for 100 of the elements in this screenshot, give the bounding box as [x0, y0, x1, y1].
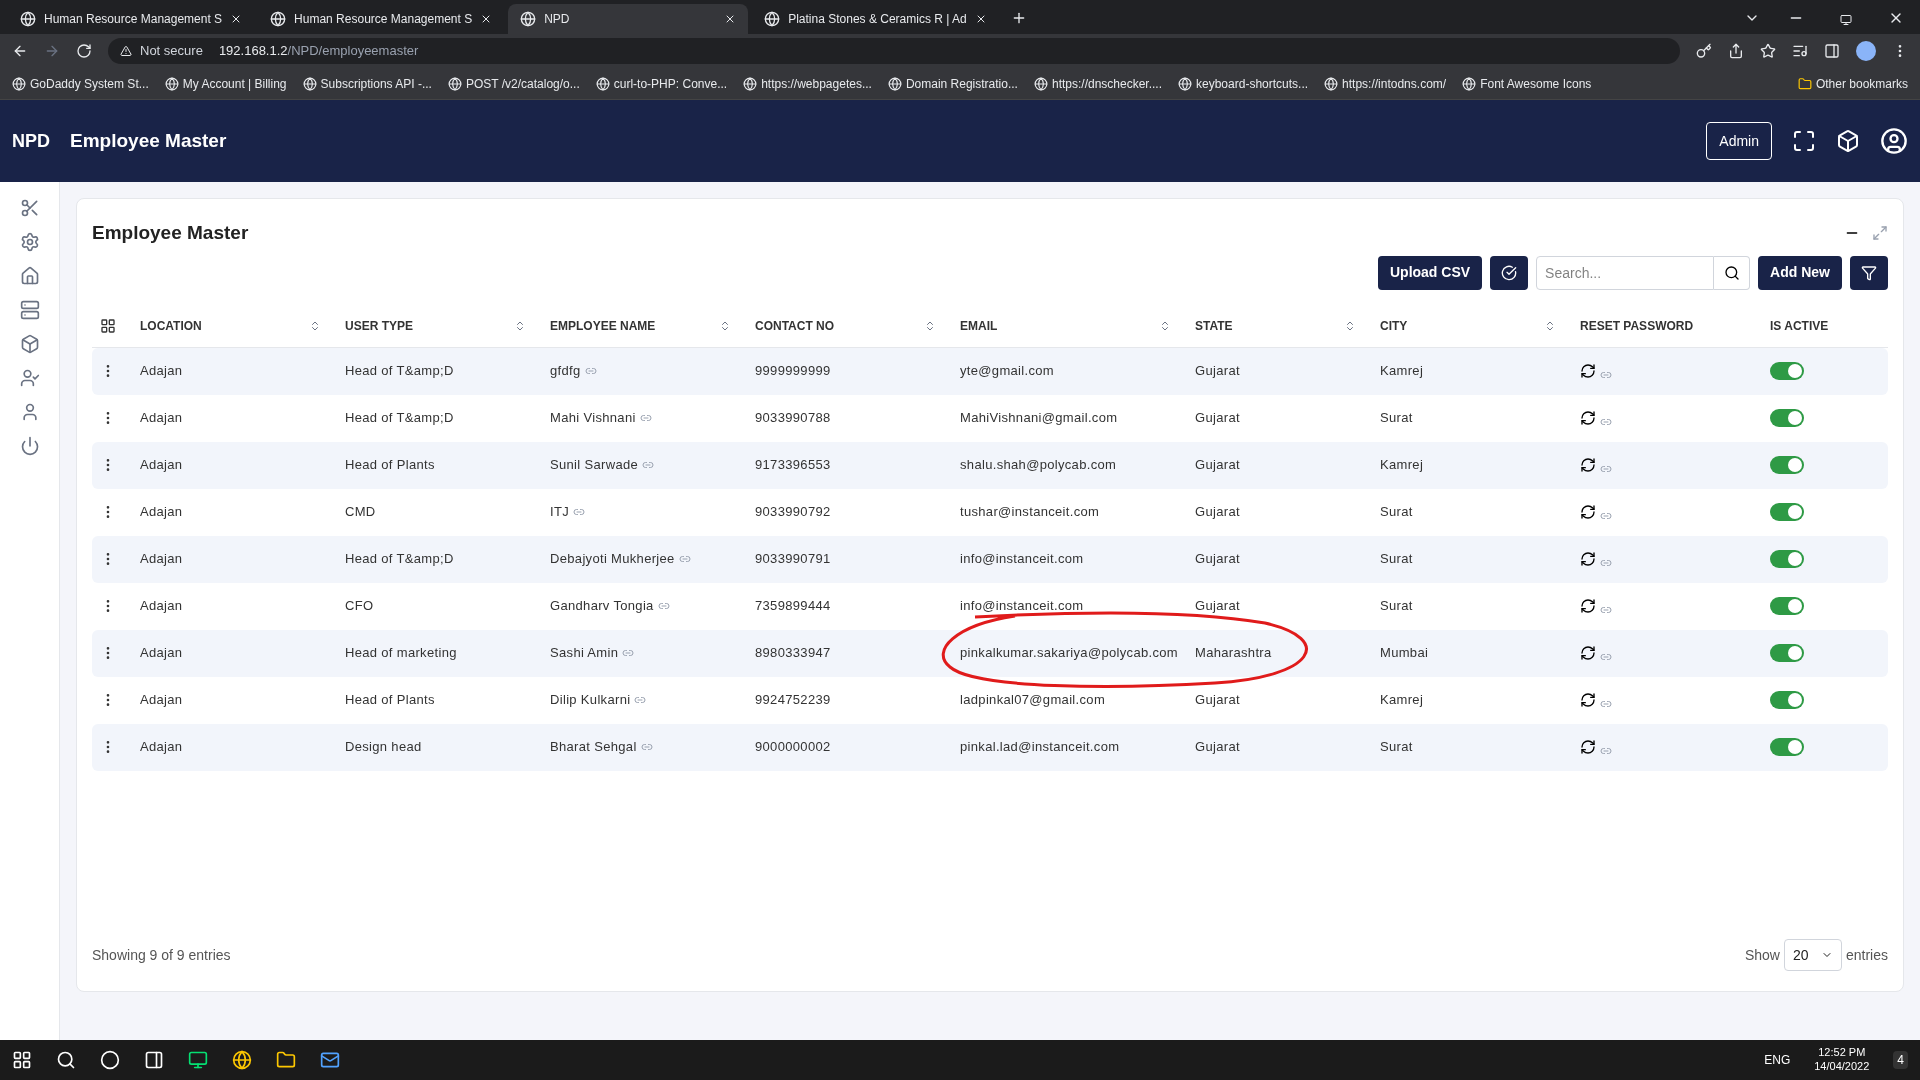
filter-button[interactable] — [1850, 255, 1888, 290]
windows-start-icon[interactable] — [12, 1050, 32, 1070]
table-cell-text: Gujarat — [1195, 691, 1240, 710]
sort-icon[interactable] — [1344, 320, 1356, 332]
table-cell-text: info@instanceit.com — [960, 597, 1084, 616]
columns-icon[interactable] — [100, 318, 116, 334]
upload-csv-button[interactable]: Upload CSV — [1378, 255, 1483, 290]
star-icon[interactable] — [1760, 43, 1776, 59]
settings-icon[interactable] — [19, 232, 40, 252]
bookmark-link[interactable]: Domain Registratio... — [887, 74, 1018, 93]
address-bar[interactable]: Not secure 192.168.1.2/NPD/employeemaster — [108, 38, 1680, 64]
column-header[interactable]: CITY — [1380, 317, 1544, 335]
reset-icon[interactable] — [1580, 410, 1596, 426]
reset-icon[interactable] — [1580, 692, 1596, 708]
sort-icon[interactable] — [1159, 320, 1171, 332]
reset-icon[interactable] — [1580, 739, 1596, 755]
bookmark-link[interactable]: My Account | Billing — [164, 74, 287, 93]
check-icon — [1501, 264, 1518, 281]
toggle-switch[interactable] — [1770, 691, 1804, 709]
clock[interactable]: 12:52 PM 14/04/2022 — [1814, 1046, 1870, 1074]
reset-icon[interactable] — [1580, 457, 1596, 473]
reset-icon[interactable] — [1580, 363, 1596, 379]
column-header[interactable]: STATE — [1195, 317, 1344, 335]
bookmark-link[interactable]: Font Awesome Icons — [1462, 74, 1592, 93]
forward-icon[interactable] — [44, 43, 60, 59]
user-icon[interactable] — [1880, 127, 1908, 155]
column-header[interactable]: USER TYPE — [345, 317, 514, 335]
entries-summary: Showing 9 of 9 entries — [92, 945, 232, 965]
admin-button[interactable]: Admin — [1706, 122, 1772, 160]
notification-badge[interactable]: 4 — [1893, 1051, 1908, 1069]
reset-icon[interactable] — [1580, 504, 1596, 520]
toggle-switch[interactable] — [1770, 550, 1804, 568]
table-cell-text: Surat — [1380, 409, 1413, 428]
reset-icon[interactable] — [1580, 645, 1596, 661]
bookmark-link[interactable]: POST /v2/catalog/o... — [447, 74, 580, 93]
key-icon[interactable] — [1696, 43, 1712, 59]
sort-icon[interactable] — [719, 320, 731, 332]
toggle-switch[interactable] — [1770, 409, 1804, 427]
globe-icon — [302, 76, 317, 91]
column-header: IS ACTIVE — [1770, 318, 1830, 335]
expand-icon[interactable] — [1872, 225, 1888, 242]
sort-icon[interactable] — [1544, 320, 1556, 332]
table-cell-text: Surat — [1380, 503, 1413, 522]
browser-tab[interactable]: Human Resource Management S — [258, 4, 505, 34]
sort-icon[interactable] — [924, 320, 936, 332]
bookmark-link[interactable]: https://dnschecker.... — [1033, 74, 1162, 93]
bookmark-link[interactable]: https://intodns.com/ — [1324, 74, 1447, 93]
column-header[interactable]: EMAIL — [960, 317, 1159, 335]
column-header[interactable]: LOCATION — [140, 317, 309, 335]
back-icon[interactable] — [12, 43, 28, 59]
search-field[interactable]: Search... — [1536, 255, 1715, 290]
search-button[interactable] — [1714, 255, 1751, 290]
folder-icon[interactable] — [276, 1050, 296, 1070]
page-size-select[interactable]: 20 — [1783, 939, 1842, 971]
home-icon[interactable] — [19, 266, 40, 286]
toggle-switch[interactable] — [1770, 597, 1804, 615]
bookmark-link[interactable]: GoDaddy System St... — [12, 74, 149, 93]
server-icon[interactable] — [19, 300, 40, 320]
user-check-icon[interactable] — [19, 368, 40, 388]
table-cell-text: ITJ — [550, 503, 570, 522]
browser-tab[interactable]: NPD — [508, 4, 749, 34]
share-icon[interactable] — [1728, 43, 1744, 59]
globe-icon — [887, 76, 902, 91]
table-cell-text: Gujarat — [1195, 456, 1240, 475]
bookmark-link[interactable]: Other bookmarks — [1797, 74, 1908, 93]
side-panel-icon[interactable] — [1824, 43, 1840, 59]
profile-avatar[interactable] — [1856, 41, 1876, 61]
column-header[interactable]: CONTACT NO — [755, 317, 924, 335]
column-header[interactable]: EMPLOYEE NAME — [550, 317, 719, 335]
toggle-switch[interactable] — [1770, 644, 1804, 662]
language-indicator[interactable]: ENG — [1764, 1051, 1791, 1069]
browser-tab[interactable]: Human Resource Management S — [8, 4, 255, 34]
power-icon[interactable] — [19, 436, 40, 456]
reading-list-icon[interactable] — [1792, 43, 1808, 59]
mail-icon[interactable] — [320, 1050, 340, 1070]
sort-icon[interactable] — [309, 320, 321, 332]
circle-icon[interactable] — [100, 1050, 120, 1070]
fullscreen-icon[interactable] — [1792, 129, 1816, 153]
toggle-switch[interactable] — [1770, 503, 1804, 521]
logo-text[interactable]: NPD — [12, 127, 50, 155]
bookmark-link[interactable]: curl-to-PHP: Conve... — [595, 74, 728, 93]
bookmark-link[interactable]: Subscriptions API -... — [302, 74, 432, 93]
bookmark-link[interactable]: keyboard-shortcuts... — [1178, 74, 1309, 93]
sort-icon[interactable] — [514, 320, 526, 332]
add-new-button[interactable]: Add New — [1758, 255, 1842, 290]
browser-tab[interactable]: Platina Stones & Ceramics R | Ad — [752, 4, 999, 34]
check-button[interactable] — [1490, 255, 1529, 290]
task-view-icon[interactable] — [144, 1050, 164, 1070]
search-icon[interactable] — [56, 1050, 76, 1070]
toggle-switch[interactable] — [1770, 738, 1804, 756]
toggle-switch[interactable] — [1770, 456, 1804, 474]
reload-icon[interactable] — [76, 43, 92, 59]
toggle-switch[interactable] — [1770, 362, 1804, 380]
table-cell-text: Adajan — [140, 738, 183, 757]
cube-icon[interactable] — [1836, 129, 1860, 153]
bookmark-link[interactable]: https://webpagetes... — [743, 74, 872, 93]
reset-icon[interactable] — [1580, 551, 1596, 567]
tools-icon[interactable] — [19, 198, 40, 218]
reset-icon[interactable] — [1580, 598, 1596, 614]
globe-icon — [1178, 76, 1192, 91]
